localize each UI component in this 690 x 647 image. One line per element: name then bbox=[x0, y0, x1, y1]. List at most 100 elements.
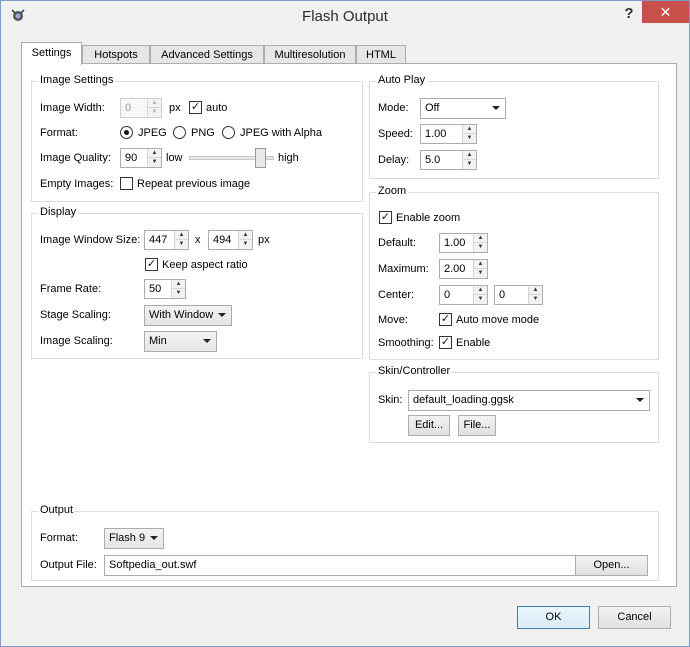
repeat-previous-checkbox[interactable] bbox=[120, 177, 133, 190]
frame-rate-label: Frame Rate: bbox=[40, 283, 102, 295]
group-title: Image Settings bbox=[38, 74, 116, 86]
tab-multiresolution[interactable]: Multiresolution bbox=[264, 45, 356, 65]
format-jpeg-radio[interactable] bbox=[120, 126, 133, 139]
spinner-arrows[interactable]: ▲ ▼ bbox=[147, 149, 161, 167]
center-x-spinner[interactable]: 0 ▲ ▼ bbox=[439, 285, 488, 305]
spin-up-icon[interactable]: ▲ bbox=[175, 231, 188, 240]
spin-up-icon[interactable]: ▲ bbox=[474, 286, 487, 295]
flash-output-dialog: Flash Output ? ✕ Settings Hotspots Advan… bbox=[0, 0, 690, 647]
enable-zoom-checkbox[interactable]: ✓ bbox=[379, 211, 392, 224]
output-format-select[interactable]: Flash 9 bbox=[104, 528, 164, 549]
format-label: Format: bbox=[40, 127, 78, 139]
smoothing-checkbox[interactable]: ✓ bbox=[439, 336, 452, 349]
quality-slider-thumb[interactable] bbox=[255, 148, 266, 168]
help-button[interactable]: ? bbox=[615, 3, 643, 25]
auto-move-checkbox[interactable]: ✓ bbox=[439, 313, 452, 326]
spin-down-icon[interactable]: ▼ bbox=[148, 158, 161, 167]
spinner-arrows[interactable]: ▲ ▼ bbox=[462, 151, 476, 169]
spinner-arrows[interactable]: ▲ ▼ bbox=[171, 280, 185, 298]
file-skin-button[interactable]: File... bbox=[458, 415, 496, 436]
display-group: Display Image Window Size: 447 ▲ ▼ x 494 … bbox=[31, 206, 363, 359]
spin-up-icon[interactable]: ▲ bbox=[148, 149, 161, 158]
spin-up-icon[interactable]: ▲ bbox=[148, 99, 161, 108]
speed-label: Speed: bbox=[378, 128, 413, 140]
spin-down-icon[interactable]: ▼ bbox=[474, 295, 487, 304]
image-width-spinner[interactable]: 0 ▲ ▼ bbox=[120, 98, 162, 118]
tab-settings[interactable]: Settings bbox=[21, 42, 82, 65]
format-jpeg-label: JPEG bbox=[138, 127, 167, 139]
tab-html[interactable]: HTML bbox=[356, 45, 406, 65]
skin-select[interactable]: default_loading.ggsk bbox=[408, 390, 650, 411]
spinner-arrows[interactable]: ▲ ▼ bbox=[462, 125, 476, 143]
repeat-previous-label: Repeat previous image bbox=[137, 178, 251, 190]
spin-down-icon[interactable]: ▼ bbox=[529, 295, 542, 304]
spinner-arrows[interactable]: ▲ ▼ bbox=[528, 286, 542, 304]
format-png-radio[interactable] bbox=[173, 126, 186, 139]
spinner-arrows[interactable]: ▲ ▼ bbox=[238, 231, 252, 249]
spinner-arrows[interactable]: ▲ ▼ bbox=[473, 286, 487, 304]
spinner-value: 447 bbox=[149, 234, 168, 246]
cancel-button[interactable]: Cancel bbox=[598, 606, 671, 629]
spin-down-icon[interactable]: ▼ bbox=[463, 134, 476, 143]
output-file-input[interactable]: Softpedia_out.swf bbox=[104, 555, 597, 576]
spinner-value: 494 bbox=[213, 234, 232, 246]
chevron-down-icon bbox=[150, 536, 158, 540]
open-button[interactable]: Open... bbox=[575, 555, 648, 576]
default-zoom-label: Default: bbox=[378, 237, 416, 249]
format-png-label: PNG bbox=[191, 127, 215, 139]
center-label: Center: bbox=[378, 289, 415, 301]
spin-down-icon[interactable]: ▼ bbox=[148, 108, 161, 117]
center-y-spinner[interactable]: 0 ▲ ▼ bbox=[494, 285, 543, 305]
speed-spinner[interactable]: 1.00 ▲ ▼ bbox=[420, 124, 477, 144]
image-quality-spinner[interactable]: 90 ▲ ▼ bbox=[120, 148, 162, 168]
spin-down-icon[interactable]: ▼ bbox=[474, 243, 487, 252]
select-value: default_loading.ggsk bbox=[413, 394, 514, 406]
auto-move-label: Auto move mode bbox=[456, 314, 540, 326]
tab-hotspots[interactable]: Hotspots bbox=[82, 45, 150, 65]
spin-up-icon[interactable]: ▲ bbox=[474, 260, 487, 269]
image-scaling-label: Image Scaling: bbox=[40, 335, 113, 347]
close-button[interactable]: ✕ bbox=[642, 1, 689, 23]
image-scaling-select[interactable]: Min bbox=[144, 331, 217, 352]
window-width-spinner[interactable]: 447 ▲ ▼ bbox=[144, 230, 189, 250]
ok-button[interactable]: OK bbox=[517, 606, 590, 629]
edit-skin-button[interactable]: Edit... bbox=[408, 415, 450, 436]
spin-down-icon[interactable]: ▼ bbox=[474, 269, 487, 278]
spin-down-icon[interactable]: ▼ bbox=[239, 240, 252, 249]
spinner-arrows[interactable]: ▲ ▼ bbox=[147, 99, 161, 117]
spin-up-icon[interactable]: ▲ bbox=[172, 280, 185, 289]
spin-up-icon[interactable]: ▲ bbox=[529, 286, 542, 295]
mode-select[interactable]: Off bbox=[420, 98, 506, 119]
auto-checkbox[interactable]: ✓ bbox=[189, 101, 202, 114]
input-value: Softpedia_out.swf bbox=[109, 559, 197, 571]
spinner-arrows[interactable]: ▲ ▼ bbox=[174, 231, 188, 249]
chevron-down-icon bbox=[218, 313, 226, 317]
stage-scaling-select[interactable]: With Window bbox=[144, 305, 232, 326]
spin-up-icon[interactable]: ▲ bbox=[474, 234, 487, 243]
empty-images-label: Empty Images: bbox=[40, 178, 114, 190]
maximum-zoom-spinner[interactable]: 2.00 ▲ ▼ bbox=[439, 259, 488, 279]
select-value: Min bbox=[149, 335, 167, 347]
spin-up-icon[interactable]: ▲ bbox=[463, 125, 476, 134]
spinner-value: 90 bbox=[125, 152, 138, 164]
spin-down-icon[interactable]: ▼ bbox=[175, 240, 188, 249]
window-height-spinner[interactable]: 494 ▲ ▼ bbox=[208, 230, 253, 250]
group-title: Output bbox=[38, 504, 76, 516]
spin-up-icon[interactable]: ▲ bbox=[239, 231, 252, 240]
frame-rate-spinner[interactable]: 50 ▲ ▼ bbox=[144, 279, 186, 299]
zoom-group: Zoom ✓ Enable zoom Default: 1.00 ▲ ▼ Maxi… bbox=[369, 185, 659, 360]
spin-down-icon[interactable]: ▼ bbox=[463, 160, 476, 169]
spinner-arrows[interactable]: ▲ ▼ bbox=[473, 234, 487, 252]
spin-up-icon[interactable]: ▲ bbox=[463, 151, 476, 160]
tab-advanced-settings[interactable]: Advanced Settings bbox=[150, 45, 264, 65]
delay-spinner[interactable]: 5.0 ▲ ▼ bbox=[420, 150, 477, 170]
size-separator: x bbox=[195, 234, 201, 246]
mode-label: Mode: bbox=[378, 102, 409, 114]
keep-aspect-checkbox[interactable]: ✓ bbox=[145, 258, 158, 271]
spin-down-icon[interactable]: ▼ bbox=[172, 289, 185, 298]
maximum-zoom-label: Maximum: bbox=[378, 263, 429, 275]
default-zoom-spinner[interactable]: 1.00 ▲ ▼ bbox=[439, 233, 488, 253]
image-window-size-label: Image Window Size: bbox=[40, 234, 141, 246]
spinner-arrows[interactable]: ▲ ▼ bbox=[473, 260, 487, 278]
format-jpeg-alpha-radio[interactable] bbox=[222, 126, 235, 139]
